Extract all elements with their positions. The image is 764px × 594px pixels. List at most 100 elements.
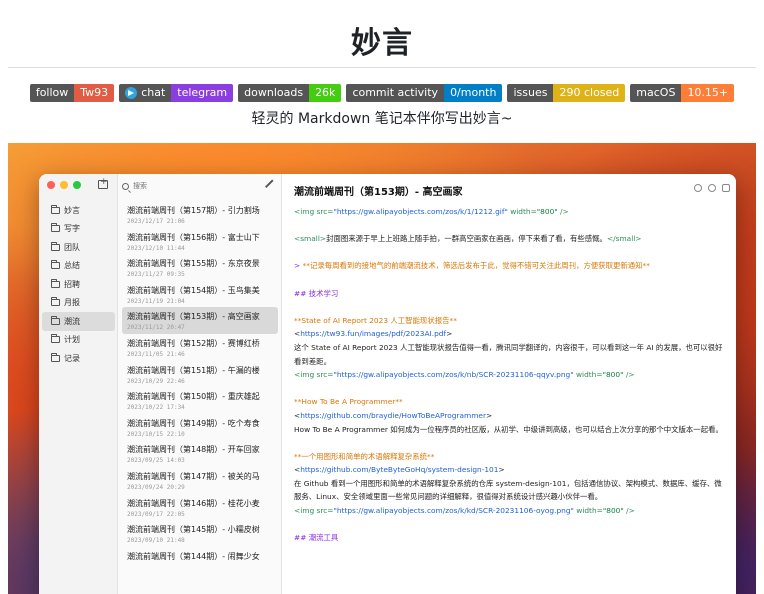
editor-line: 在 Github 看到一个用图形和简单的术语解释复杂系统的仓库 system-d…	[294, 477, 724, 504]
search-bar	[122, 180, 262, 192]
sidebar-item-label: 写字	[64, 224, 80, 234]
note-date: 2023/11/19 21:04	[127, 297, 185, 305]
badge-value: 0/month	[444, 84, 503, 102]
badge-row: follow Tw93 chat telegram downloads 26k commit…	[0, 84, 764, 102]
note-title: 潮流前端周刊（第155期）- 东京夜景	[127, 259, 260, 269]
text-segment: "https://gw.alipayobjects.com/zos/k/1/12…	[333, 207, 508, 216]
text-segment: How To Be A Programmer 如何成为一位程序员的社区版，从初学…	[294, 424, 723, 434]
editor-line: <https://github.com/braydie/HowToBeAProg…	[294, 409, 724, 423]
text-segment: "https://gw.alipayobjects.com/zos/k/kd/S…	[333, 506, 574, 516]
text-segment: **How To Be A Programmer**	[294, 397, 403, 407]
text-segment: https://tw93.fun/images/pdf/2023AI.pdf	[300, 329, 447, 339]
sidebar-item[interactable]: 潮流	[42, 312, 115, 331]
note-list-item[interactable]: 潮流前端周刊（第155期）- 东京夜景 2023/11/27 09:35	[118, 254, 282, 281]
sidebar-item[interactable]: 妙言	[39, 201, 118, 220]
badge-value: 26k	[309, 84, 342, 102]
note-list-item[interactable]: 潮流前端周刊（第148期）- 开车回家 2023/09/25 14:03	[118, 440, 282, 467]
text-segment: **State of AI Report 2023 人工智能现状报告**	[294, 315, 457, 325]
text-segment: 在 Github 看到一个用图形和简单的术语解释复杂系统的仓库 system-d…	[294, 478, 722, 502]
new-note-icon[interactable]	[266, 179, 274, 187]
folder-icon	[51, 334, 60, 344]
text-segment: />	[623, 370, 635, 380]
note-title: 潮流前端周刊（第154期）- 玉鸟集美	[127, 285, 260, 295]
sidebar-item-label: 总结	[64, 261, 80, 271]
telegram-icon	[125, 87, 138, 99]
editor-line: <img src="https://gw.alipayobjects.com/z…	[294, 205, 724, 219]
editor-toolbar	[694, 184, 730, 192]
note-list-item[interactable]: 潮流前端周刊（第149期）- 吃个寿食 2023/10/15 22:10	[118, 414, 282, 441]
sidebar-item-label: 记录	[64, 353, 80, 363]
app-window: 妙言写字团队总结招聘月报潮流计划记录 潮流前端周刊（第157期）- 引力割场 20…	[39, 174, 736, 594]
tagline: 轻灵的 Markdown 笔记本伴你写出妙言~	[251, 111, 513, 127]
text-segment: https://github.com/braydie/HowToBeAProgr…	[300, 410, 486, 420]
badge-downloads[interactable]: downloads 26k	[238, 84, 342, 102]
note-date: 2023/09/10 21:48	[127, 537, 185, 545]
note-list-item[interactable]: 潮流前端周刊（第154期）- 玉鸟集美 2023/11/19 21:04	[118, 281, 282, 308]
note-date: 2023/12/17 21:06	[127, 218, 185, 225]
text-segment: "https://gw.alipayobjects.com/zos/k/nb/S…	[333, 370, 574, 380]
note-list-item[interactable]: 潮流前端周刊（第147期）- 被关的马 2023/09/24 20:29	[118, 467, 282, 494]
badge-label: follow	[29, 84, 75, 102]
editor-line: **State of AI Report 2023 人工智能现状报告**	[294, 314, 724, 328]
editor-line: > **记录每周看到的接地气的前端潮流技术，筛选后发布于此，觉得不错可关注此周刊…	[294, 259, 724, 273]
window-controls	[47, 181, 81, 189]
sidebar-item[interactable]: 记录	[39, 349, 118, 368]
sidebar-item[interactable]: 月报	[39, 294, 118, 313]
search-input[interactable]	[133, 182, 253, 190]
sidebar-item[interactable]: 总结	[39, 257, 118, 276]
text-segment: https://github.com/ByteByteGoHq/system-d…	[300, 465, 499, 475]
note-list-item[interactable]: 潮流前端周刊（第144期）- 闹舞少女	[118, 547, 282, 574]
app-screenshot-background: 妙言写字团队总结招聘月报潮流计划记录 潮流前端周刊（第157期）- 引力割场 20…	[8, 143, 756, 594]
note-list-item[interactable]: 潮流前端周刊（第146期）- 桂花小麦 2023/09/17 22:05	[118, 494, 282, 521]
text-segment: >	[294, 261, 303, 271]
close-window-button[interactable]	[47, 181, 55, 189]
editor-line: <img src="https://gw.alipayobjects.com/z…	[294, 368, 724, 382]
note-list-item[interactable]: 潮流前端周刊（第153期）- 高空画家 2023/11/12 20:47	[122, 307, 278, 334]
zoom-window-button[interactable]	[73, 181, 81, 189]
badge-label-text: follow	[35, 86, 69, 99]
badge-value: Tw93	[74, 84, 115, 102]
markdown-editor[interactable]: <img src="https://gw.alipayobjects.com/z…	[294, 205, 724, 545]
badge-label: chat	[119, 84, 172, 102]
text-segment: />	[557, 207, 569, 216]
badge-label-text: downloads	[244, 86, 304, 99]
editor-line: **一个用图形和简单的术语解释复杂系统**	[294, 450, 724, 464]
badge-macOS[interactable]: macOS 10.15+	[630, 84, 735, 102]
theme-icon[interactable]	[694, 184, 702, 192]
note-title: 潮流前端周刊（第156期）- 富士山下	[127, 232, 260, 242]
text-segment: >	[446, 329, 453, 339]
note-list-item[interactable]: 潮流前端周刊（第145期）- 小糯皮树 2023/09/10 21:48	[118, 520, 282, 547]
sidebar-item[interactable]: 招聘	[39, 275, 118, 294]
note-list-item[interactable]: 潮流前端周刊（第156期）- 富士山下 2023/12/10 11:44	[118, 228, 282, 255]
badge-label: macOS	[630, 84, 682, 102]
sidebar-item[interactable]: 计划	[39, 331, 118, 350]
note-list-item[interactable]: 潮流前端周刊（第157期）- 引力割场 2023/12/17 21:06	[118, 201, 282, 228]
sidebar-item-label: 月报	[64, 298, 80, 308]
sidebar-item[interactable]: 团队	[39, 238, 118, 257]
note-list-panel: 潮流前端周刊（第157期）- 引力割场2023/12/17 21:06潮流前端周…	[118, 174, 282, 594]
sidebar-item[interactable]: 写字	[39, 220, 118, 239]
split-view-icon[interactable]	[722, 184, 730, 192]
text-segment: >	[485, 410, 493, 420]
sidebar-item-label: 计划	[64, 335, 80, 345]
text-segment: "800"	[536, 207, 558, 216]
text-segment: **记录每周看到的接地气的前端潮流技术，筛选后发布于此，觉得不错可关注此周刊，方…	[302, 261, 650, 271]
note-list-item[interactable]: 潮流前端周刊（第151期）- 午漏的楼 2023/10/29 22:46	[118, 361, 282, 388]
note-list-item[interactable]: 潮流前端周刊（第152期）- 赛博红桥 2023/11/05 21:46	[118, 334, 282, 361]
badge-issues[interactable]: issues 290 closed	[507, 84, 626, 102]
note-date: 2023/10/15 22:10	[127, 430, 185, 438]
minimize-window-button[interactable]	[60, 181, 68, 189]
badge-commit-activity[interactable]: commit activity 0/month	[346, 84, 503, 102]
folder-icon	[51, 223, 60, 233]
badge-chat[interactable]: chat telegram	[119, 84, 234, 102]
new-folder-icon[interactable]	[98, 177, 108, 189]
note-list-item[interactable]: 潮流前端周刊（第150期）- 重庆雄起 2023/10/22 17:34	[118, 387, 282, 414]
editor-line: <small>封面图来源于早上上班路上随手拍，一群高空画家在画画，停下来看了看，…	[294, 232, 724, 246]
badge-follow[interactable]: follow Tw93	[29, 84, 115, 102]
badge-label: downloads	[238, 84, 310, 102]
preview-icon[interactable]	[708, 184, 716, 192]
text-segment: <img src=	[294, 207, 334, 216]
title-divider	[8, 67, 756, 68]
